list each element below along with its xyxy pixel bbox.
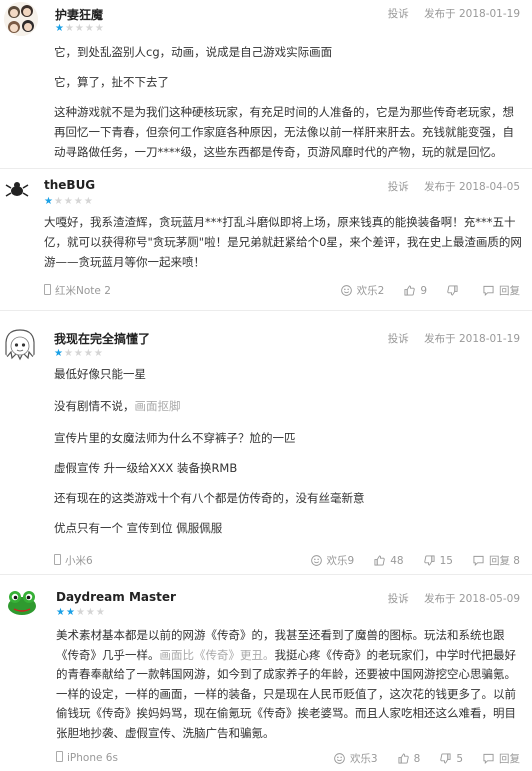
dislike-button[interactable]: 5 [440,753,463,765]
review-text: 它，算了，扯不下去了 [54,75,169,89]
divider [0,168,532,169]
star-icon: ★ [44,196,54,207]
phone-icon [44,284,51,295]
post-date: 发布于 2018-05-09 [424,593,520,605]
avatar-insect-icon[interactable] [2,174,32,204]
phone-icon [54,554,61,565]
star-icon: ★★★ [75,607,106,618]
thumbs-down-icon [447,285,458,296]
username[interactable]: 护妻狂魔 [55,6,103,23]
review-text: 没有剧情不说，画面抠脚 [54,399,181,413]
avatar-sketch-girl-icon[interactable] [2,326,38,362]
device-label: 小米6 [54,553,93,568]
thumbs-up-icon [398,753,409,764]
like-button[interactable]: 9 [404,285,427,297]
star-icon: ★ [54,348,64,359]
smile-icon [334,753,345,764]
review-meta: 投诉 发布于 2018-01-19 [388,331,520,346]
review-text: 它，到处乱盗别人cg，动画，说成是自己游戏实际画面 [54,45,333,59]
rating-stars: ★★★★★ [54,349,104,359]
review-text: 最低好像只能一星 [54,367,146,381]
star-icon: ★★★★ [53,196,94,207]
review-text: 这种游戏就不是为我们这种硬核玩家，有充足时间的人准备的，它是为那些传奇老玩家，想… [54,105,514,159]
like-button[interactable]: 8 [398,753,420,765]
dislike-button[interactable] [447,285,463,296]
report-link[interactable]: 投诉 [388,593,409,605]
avatar-frog-icon[interactable] [4,584,40,620]
review-text: 虚假宣传 升一级给XXX 装备换RMB [54,461,238,475]
funny-button[interactable]: 欢乐3 [334,751,378,766]
report-link[interactable]: 投诉 [388,333,409,345]
device-label: iPhone 6s [56,751,118,764]
funny-button[interactable]: 欢乐9 [310,553,354,568]
reply-button[interactable]: 回复 [483,751,520,766]
report-link[interactable]: 投诉 [388,181,409,193]
muted-snippet: 画面抠脚 [134,399,181,413]
review-actions: 欢乐2 9 回复 [321,283,520,298]
review-text: 美术素材基本都是以前的网游《传奇》的，我甚至还看到了魔兽的图标。玩法和系统也跟《… [56,628,516,740]
phone-icon [56,751,63,762]
star-icon: ★★★★ [64,23,105,34]
comment-icon [483,285,494,296]
review-text: 宣传片里的女魔法师为什么不穿裤子？尬的一匹 [54,431,296,445]
avatar-anime-group-icon[interactable] [4,2,38,36]
rating-stars: ★★★★★ [44,197,94,207]
username[interactable]: Daydream Master [56,590,176,604]
rating-stars: ★★★★★ [56,608,106,618]
comment-icon [473,555,484,566]
review-card: Daydream Master ★★★★★ 投诉 发布于 2018-05-09 … [0,576,532,771]
device-label: 红米Note 2 [44,283,111,298]
muted-snippet: 画面比《传奇》更丑。 [159,647,275,662]
username[interactable]: theBUG [44,178,95,192]
smile-icon [340,285,352,296]
reply-button[interactable]: 回复 8 [473,553,520,568]
review-actions: 欢乐3 8 5 回复 [314,751,520,766]
thumbs-down-icon [440,753,451,764]
report-link[interactable]: 投诉 [388,8,409,20]
reply-button[interactable]: 回复 [483,283,520,298]
review-meta: 投诉 发布于 2018-05-09 [388,591,520,606]
comment-icon [483,753,494,764]
dislike-button[interactable]: 15 [423,555,453,567]
divider [0,310,532,311]
review-text: 优点只有一个 宣传到位 佩服佩服 [54,521,223,535]
post-date: 发布于 2018-01-19 [424,333,520,345]
funny-button[interactable]: 欢乐2 [340,283,384,298]
divider [0,574,532,575]
review-text: 还有现在的这类游戏十个有八个都是仿传奇的，没有丝毫新意 [54,491,365,505]
thumbs-down-icon [423,555,435,566]
post-date: 发布于 2018-04-05 [424,181,520,193]
like-button[interactable]: 48 [374,555,404,567]
review-card: 我现在完全搞懂了 ★★★★★ 投诉 发布于 2018-01-19 最低好像只能一… [0,312,532,576]
rating-stars: ★★★★★ [55,24,105,34]
review-card: 护妻狂魔 ★★★★★ 投诉 发布于 2018-01-19 它，到处乱盗别人cg，… [0,0,532,170]
review-meta: 投诉 发布于 2018-04-05 [388,179,520,194]
thumbs-up-icon [374,555,385,566]
star-icon: ★ [55,23,65,34]
star-icon: ★★★★ [63,348,104,359]
review-meta: 投诉 发布于 2018-01-19 [388,6,520,21]
thumbs-up-icon [404,285,416,296]
review-actions: 欢乐9 48 15 回复 8 [291,553,520,568]
review-text: 大嘎好，我系渣渣辉，贪玩蓝月***打乱斗磨似即将上场，原来钱真的能换装备啊！充*… [44,215,522,269]
star-icon: ★★ [56,607,76,618]
smile-icon [310,555,322,566]
username[interactable]: 我现在完全搞懂了 [54,330,150,347]
post-date: 发布于 2018-01-19 [424,8,520,20]
review-card: theBUG ★★★★★ 投诉 发布于 2018-04-05 大嘎好，我系渣渣辉… [0,170,532,310]
